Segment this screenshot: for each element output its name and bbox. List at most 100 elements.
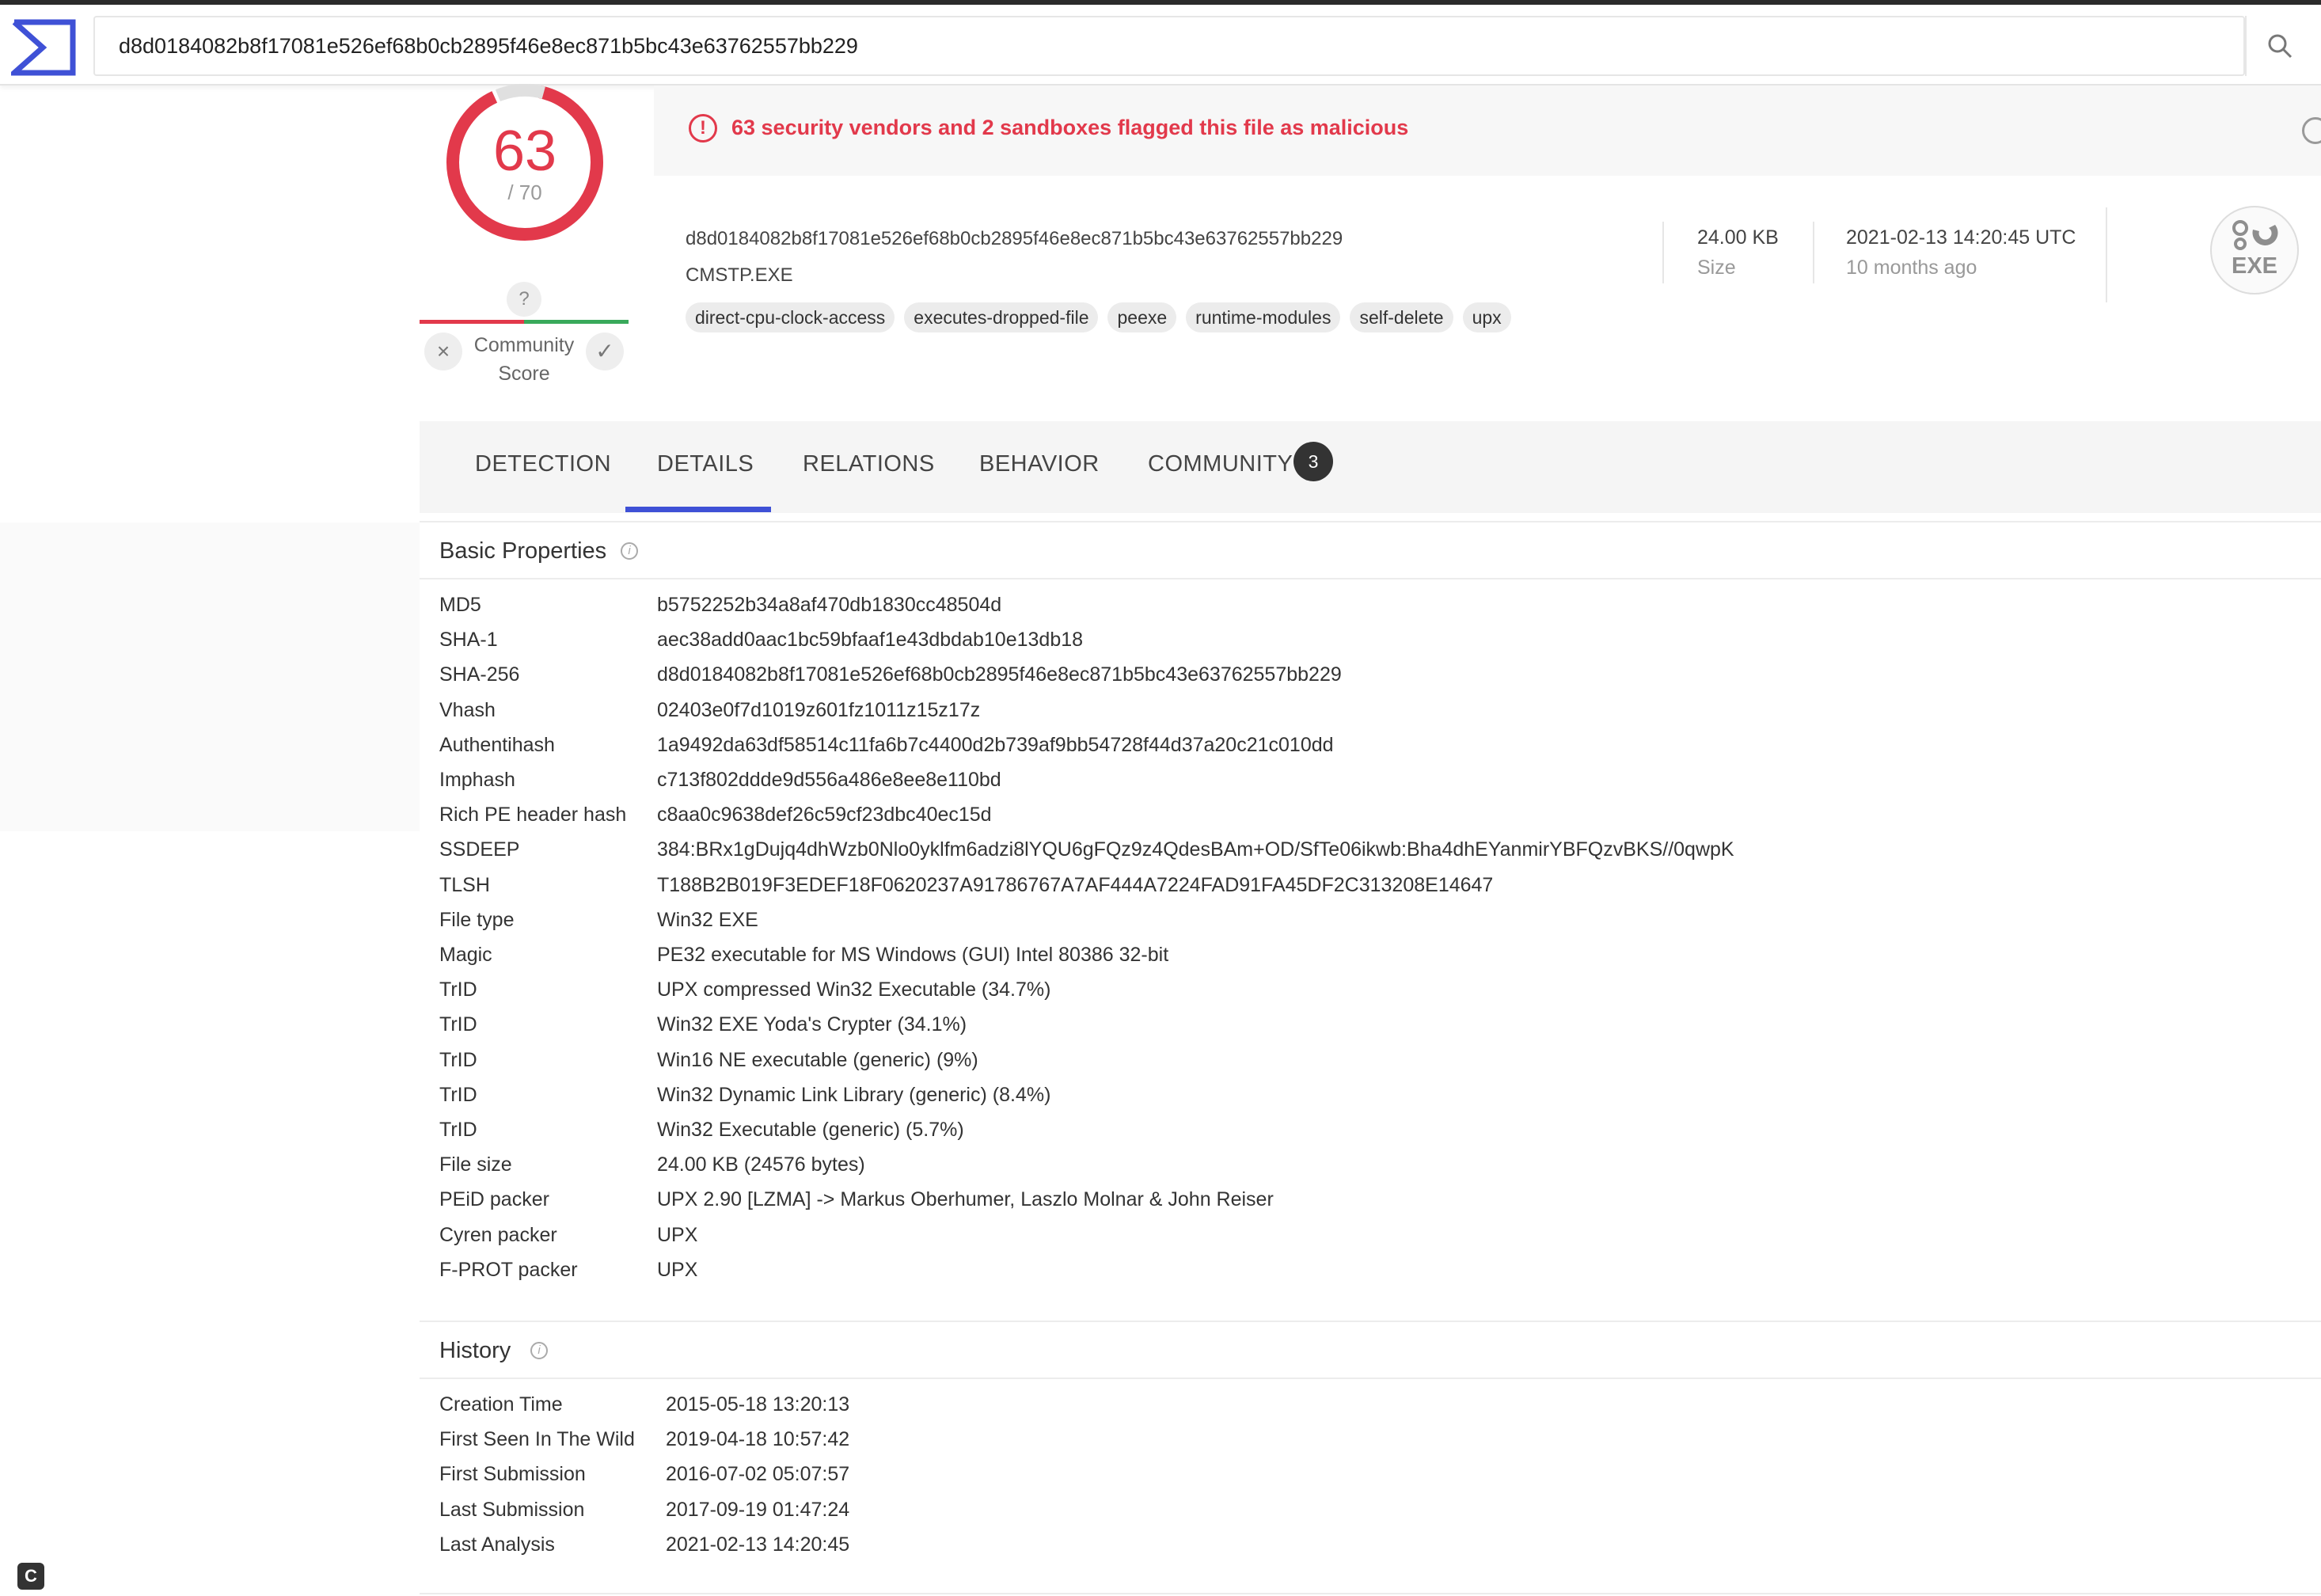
property-value[interactable]: PE32 executable for MS Windows (GUI) Int… xyxy=(657,944,1168,967)
analysis-date: 2021-02-13 14:20:45 UTC xyxy=(1846,226,2076,249)
tab-detection[interactable]: DETECTION xyxy=(475,451,611,477)
tab-behavior[interactable]: BEHAVIOR xyxy=(979,451,1100,477)
basic-properties-header xyxy=(420,521,2321,580)
tab-relations[interactable]: RELATIONS xyxy=(803,451,935,477)
tag[interactable]: self-delete xyxy=(1350,302,1453,332)
property-value[interactable]: UPX 2.90 [LZMA] -> Markus Oberhumer, Las… xyxy=(657,1188,1274,1211)
property-label: Magic xyxy=(439,944,492,966)
property-label: TrID xyxy=(439,978,477,1001)
property-label: Last Submission xyxy=(439,1498,585,1521)
tag[interactable]: peexe xyxy=(1107,302,1177,332)
property-label: TrID xyxy=(439,1083,477,1106)
property-label: PEiD packer xyxy=(439,1188,549,1211)
property-label: Creation Time xyxy=(439,1393,563,1416)
search-input[interactable]: d8d0184082b8f17081e526ef68b0cb2895f46e8e… xyxy=(93,16,2245,76)
section-title: History xyxy=(439,1338,511,1363)
property-value[interactable]: Win32 Executable (generic) (5.7%) xyxy=(657,1119,964,1142)
property-value[interactable]: Win16 NE executable (generic) (9%) xyxy=(657,1049,978,1072)
active-tab-indicator xyxy=(625,507,771,512)
community-score-value: ? xyxy=(507,282,541,317)
tab-community[interactable]: COMMUNITY xyxy=(1148,451,1293,477)
property-value[interactable]: T188B2B019F3EDEF18F0620237A91786767A7AF4… xyxy=(657,874,1493,897)
check-icon: ✓ xyxy=(595,339,614,363)
tab-details[interactable]: DETAILS xyxy=(657,451,754,477)
property-value[interactable]: UPX compressed Win32 Executable (34.7%) xyxy=(657,978,1050,1001)
property-value[interactable]: 1a9492da63df58514c11fa6b7c4400d2b739af9b… xyxy=(657,734,1334,757)
property-value[interactable]: d8d0184082b8f17081e526ef68b0cb2895f46e8e… xyxy=(657,663,1342,686)
property-value[interactable]: UPX xyxy=(657,1224,697,1247)
tag[interactable]: upx xyxy=(1462,302,1511,332)
close-icon: × xyxy=(436,339,450,363)
community-score-label: Community Score xyxy=(473,334,575,385)
search-icon xyxy=(2268,34,2293,59)
property-label: SSDEEP xyxy=(439,838,520,861)
top-bar: d8d0184082b8f17081e526ef68b0cb2895f46e8e… xyxy=(0,5,2321,86)
info-icon[interactable]: i xyxy=(530,1342,548,1359)
property-label: Vhash xyxy=(439,698,496,721)
property-value[interactable]: 2019-04-18 10:57:42 xyxy=(666,1428,849,1451)
file-type-icon xyxy=(2210,206,2299,294)
property-label: First Seen In The Wild xyxy=(439,1428,635,1451)
property-value[interactable]: aec38add0aac1bc59bfaaf1e43dbdab10e13db18 xyxy=(657,629,1083,652)
property-label: File size xyxy=(439,1153,512,1176)
file-hash: d8d0184082b8f17081e526ef68b0cb2895f46e8e… xyxy=(686,228,1343,249)
vote-harmless-button[interactable]: ✓ xyxy=(586,332,624,370)
property-value[interactable]: Win32 EXE xyxy=(657,909,758,932)
property-label: SHA-256 xyxy=(439,663,520,686)
history-header xyxy=(420,1320,2321,1379)
property-value[interactable]: 384:BRx1gDujq4dhWzb0Nlo0yklfm6adzi8lYQU6… xyxy=(657,838,1734,861)
search-button[interactable] xyxy=(2245,16,2313,76)
property-label: TrID xyxy=(439,1013,477,1036)
file-size-value: 24.00 KB xyxy=(1697,226,1779,249)
left-panel xyxy=(0,522,420,831)
community-count-badge: 3 xyxy=(1293,442,1333,481)
tag[interactable]: executes-dropped-file xyxy=(904,302,1099,332)
property-value[interactable]: Win32 EXE Yoda's Crypter (34.1%) xyxy=(657,1013,967,1036)
vote-malicious-button[interactable]: × xyxy=(424,332,462,370)
alert-exclamation-icon: ! xyxy=(689,114,717,142)
property-label: MD5 xyxy=(439,594,481,616)
property-label: TLSH xyxy=(439,873,490,896)
analysis-date-relative: 10 months ago xyxy=(1846,256,1977,279)
property-value[interactable]: 2021-02-13 14:20:45 xyxy=(666,1533,849,1556)
tag[interactable]: runtime-modules xyxy=(1186,302,1341,332)
alert-message: 63 security vendors and 2 sandboxes flag… xyxy=(731,116,1409,139)
property-value[interactable]: c713f802ddde9d556a486e8ee8e110bd xyxy=(657,769,1001,792)
community-negative-bar xyxy=(420,320,524,324)
property-label: F-PROT packer xyxy=(439,1258,578,1281)
divider xyxy=(2106,207,2107,302)
property-value[interactable]: 2017-09-19 01:47:24 xyxy=(666,1499,849,1522)
property-label: Last Analysis xyxy=(439,1533,555,1556)
property-value[interactable]: c8aa0c9638def26c59cf23dbc40ec15d xyxy=(657,804,992,826)
property-label: TrID xyxy=(439,1119,477,1141)
property-value[interactable]: 02403e0f7d1019z601fz1011z15z17z xyxy=(657,699,980,722)
info-icon[interactable]: i xyxy=(621,542,638,560)
file-size-label: Size xyxy=(1697,256,1736,279)
detection-count: 63 xyxy=(492,120,557,183)
detection-total: / 70 xyxy=(507,180,542,204)
property-value[interactable]: UPX xyxy=(657,1259,697,1282)
property-label: Cyren packer xyxy=(439,1223,557,1246)
section-title: Basic Properties xyxy=(439,538,607,564)
divider xyxy=(420,1593,2321,1594)
property-value[interactable]: 2016-07-02 05:07:57 xyxy=(666,1463,849,1486)
property-label: Imphash xyxy=(439,769,515,791)
virustotal-logo-icon[interactable] xyxy=(11,19,76,76)
file-type-label: EXE xyxy=(2231,253,2278,279)
property-value[interactable]: 2015-05-18 13:20:13 xyxy=(666,1393,849,1416)
property-label: Authentihash xyxy=(439,733,555,756)
file-tags: direct-cpu-clock-access executes-dropped… xyxy=(686,302,1511,332)
tag[interactable]: direct-cpu-clock-access xyxy=(686,302,895,332)
divider xyxy=(1813,222,1814,283)
file-name: CMSTP.EXE xyxy=(686,264,793,286)
extension-icon[interactable]: C xyxy=(17,1563,44,1590)
property-label: File type xyxy=(439,908,515,931)
property-value[interactable]: b5752252b34a8af470db1830cc48504d xyxy=(657,594,1001,617)
property-value[interactable]: 24.00 KB (24576 bytes) xyxy=(657,1153,865,1176)
property-label: First Submission xyxy=(439,1463,586,1486)
divider xyxy=(1662,222,1664,283)
community-positive-bar xyxy=(524,320,629,324)
property-label: TrID xyxy=(439,1048,477,1071)
property-value[interactable]: Win32 Dynamic Link Library (generic) (8.… xyxy=(657,1084,1050,1107)
property-label: Rich PE header hash xyxy=(439,804,627,826)
